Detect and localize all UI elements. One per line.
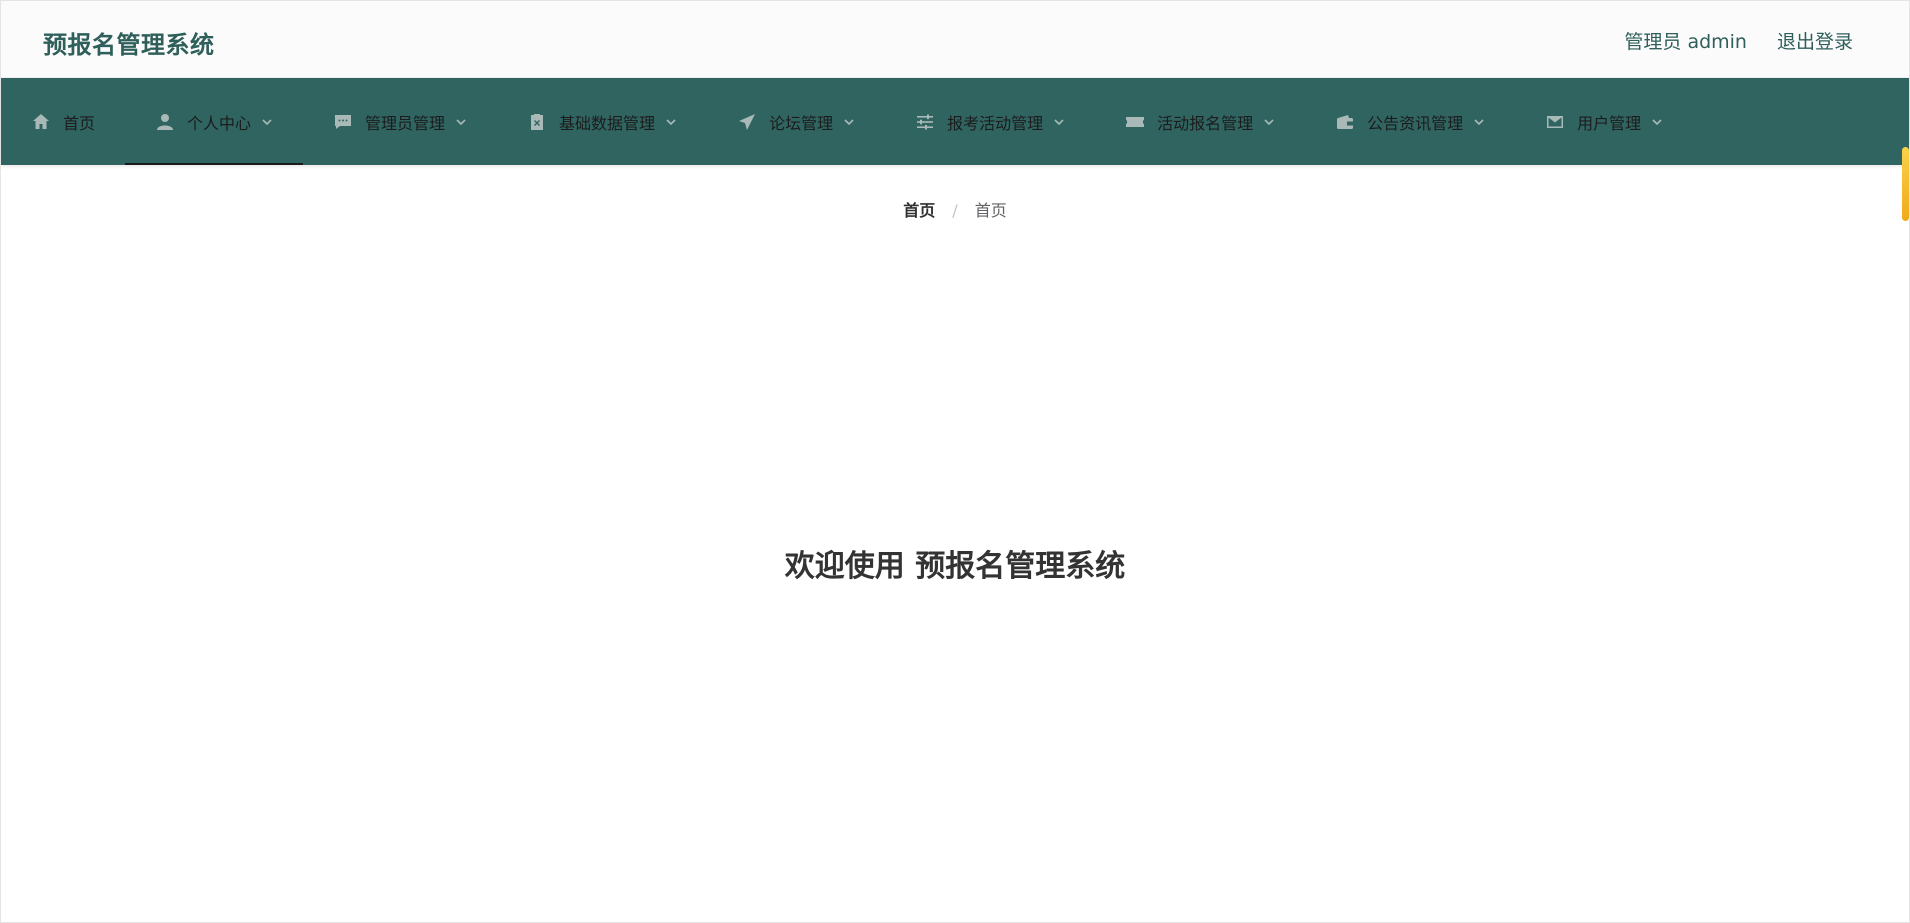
breadcrumb-separator: /: [952, 201, 958, 220]
sliders-icon: [915, 112, 935, 132]
nav-item-basic-data-management[interactable]: 基础数据管理: [497, 78, 707, 165]
app-window: 预报名管理系统 管理员 admin 退出登录 首页 个人中心 管理员管理 基础数…: [0, 0, 1910, 923]
chevron-down-icon: [1053, 116, 1065, 128]
wallet-icon: [1335, 112, 1355, 132]
chevron-down-icon: [1263, 116, 1275, 128]
nav-item-admin-management[interactable]: 管理员管理: [303, 78, 497, 165]
welcome-title: 欢迎使用 预报名管理系统: [784, 549, 1126, 584]
nav-item-label: 报考活动管理: [947, 113, 1044, 133]
clipboard-icon: [527, 112, 547, 132]
chevron-down-icon: [843, 116, 855, 128]
breadcrumb-current: 首页: [974, 201, 1007, 220]
nav-item-label: 公告资讯管理: [1367, 113, 1464, 133]
current-user-label: 管理员 admin: [1624, 31, 1747, 53]
nav-item-label: 首页: [63, 113, 96, 133]
top-header: 预报名管理系统 管理员 admin 退出登录: [1, 1, 1909, 78]
nav-item-user-management[interactable]: 用户管理: [1515, 78, 1693, 165]
ticket-icon: [1125, 112, 1145, 132]
breadcrumb: 首页 / 首页: [1, 197, 1909, 221]
nav-item-exam-activity-management[interactable]: 报考活动管理: [885, 78, 1095, 165]
mail-icon: [1545, 112, 1565, 132]
nav-item-label: 管理员管理: [365, 113, 446, 133]
nav-item-activity-registration-management[interactable]: 活动报名管理: [1095, 78, 1305, 165]
breadcrumb-home[interactable]: 首页: [903, 201, 935, 220]
nav-item-personal-center[interactable]: 个人中心: [125, 78, 304, 165]
nav-item-label: 基础数据管理: [559, 113, 656, 133]
chat-icon: [333, 112, 353, 132]
nav-item-label: 个人中心: [187, 113, 252, 133]
chevron-down-icon: [665, 116, 677, 128]
nav-item-home[interactable]: 首页: [1, 78, 125, 165]
nav-item-label: 论坛管理: [769, 113, 834, 133]
nav-item-label: 用户管理: [1577, 113, 1642, 133]
nav-item-forum-management[interactable]: 论坛管理: [707, 78, 885, 165]
nav-item-announcement-management[interactable]: 公告资讯管理: [1305, 78, 1515, 165]
chevron-down-icon: [1651, 116, 1663, 128]
nav-item-label: 活动报名管理: [1157, 113, 1254, 133]
user-area: 管理员 admin 退出登录: [1624, 27, 1853, 54]
chevron-down-icon: [261, 116, 273, 128]
home-icon: [31, 112, 51, 132]
chevron-down-icon: [455, 116, 467, 128]
chevron-down-icon: [1473, 116, 1485, 128]
main-nav: 首页 个人中心 管理员管理 基础数据管理 论坛管理 报考活动管理 活动报名管理 …: [1, 78, 1909, 165]
user-icon: [155, 112, 175, 132]
app-title: 预报名管理系统: [43, 31, 215, 59]
send-icon: [737, 112, 757, 132]
logout-link[interactable]: 退出登录: [1777, 27, 1853, 54]
